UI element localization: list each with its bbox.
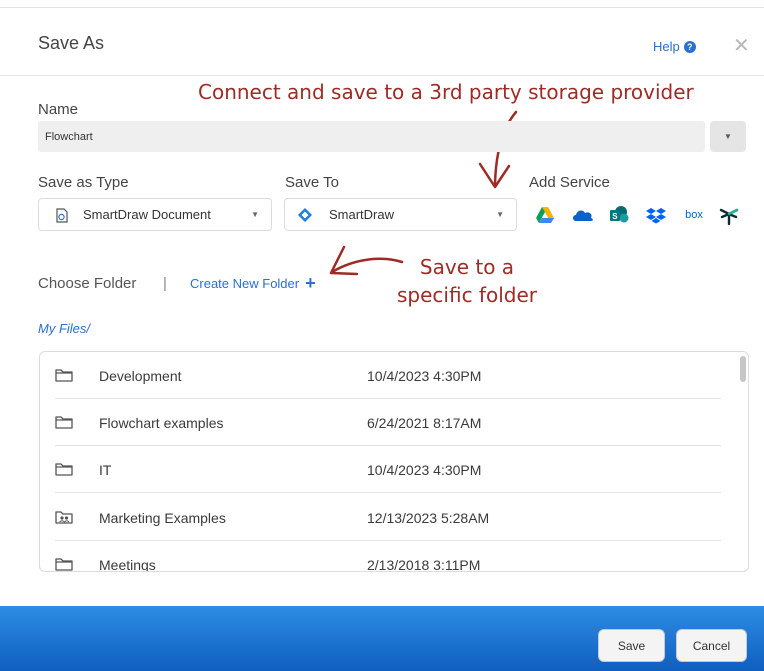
save-to-select[interactable]: SmartDraw ▼: [284, 198, 517, 231]
close-icon[interactable]: ✕: [733, 36, 750, 56]
chevron-down-icon: ▼: [724, 132, 732, 141]
save-type-value: SmartDraw Document: [83, 207, 211, 222]
folder-icon: [55, 369, 73, 382]
smartdraw-logo-icon: [298, 208, 312, 222]
onedrive-icon[interactable]: [572, 205, 594, 225]
vertical-scrollbar[interactable]: [739, 352, 748, 571]
chevron-down-icon: ▼: [251, 210, 259, 219]
egnyte-icon[interactable]: [718, 205, 740, 225]
dropbox-icon[interactable]: [645, 205, 667, 225]
save-button[interactable]: Save: [598, 629, 665, 662]
save-to-value: SmartDraw: [329, 207, 395, 222]
google-drive-icon[interactable]: [534, 205, 556, 225]
name-input[interactable]: Flowchart: [38, 121, 705, 152]
chevron-down-icon: ▼: [496, 210, 504, 219]
save-type-label: Save as Type: [38, 174, 129, 191]
dialog-title: Save As: [38, 33, 105, 53]
folder-date: 6/24/2021 8:17AM: [367, 415, 482, 431]
annotation-specific-folder: Save to a specific folder: [387, 253, 547, 309]
document-icon: [56, 208, 68, 223]
header-divider: [0, 75, 764, 76]
scrollbar-thumb[interactable]: [740, 356, 746, 382]
create-new-folder-link[interactable]: Create New Folder +: [190, 273, 316, 293]
breadcrumb[interactable]: My Files/: [38, 321, 90, 336]
choose-folder-label: Choose Folder: [38, 275, 137, 292]
folder-date: 2/13/2018 3:11PM: [367, 557, 481, 572]
list-item[interactable]: Development 10/4/2023 4:30PM: [55, 352, 721, 399]
box-text: box: [685, 209, 703, 221]
plus-icon: +: [305, 273, 316, 293]
separator: |: [163, 275, 167, 292]
help-link[interactable]: Help ?: [653, 39, 696, 54]
shared-folder-icon: [55, 511, 73, 524]
folder-icon: [55, 463, 73, 476]
name-label: Name: [38, 101, 79, 118]
save-type-select[interactable]: SmartDraw Document ▼: [38, 198, 272, 231]
folder-list: Development 10/4/2023 4:30PM Flowchart e…: [39, 351, 749, 572]
folder-name: Marketing Examples: [99, 510, 226, 526]
sharepoint-icon[interactable]: S: [608, 205, 630, 225]
folder-name: Development: [99, 368, 182, 384]
folder-name: Meetings: [99, 557, 156, 572]
svg-text:S: S: [612, 212, 618, 221]
folder-date: 10/4/2023 4:30PM: [367, 462, 482, 478]
top-divider: [0, 0, 764, 8]
help-icon: ?: [683, 40, 696, 53]
folder-date: 12/13/2023 5:28AM: [367, 510, 490, 526]
list-item[interactable]: IT 10/4/2023 4:30PM: [55, 446, 721, 493]
list-item[interactable]: Marketing Examples 12/13/2023 5:28AM: [55, 494, 721, 541]
folder-date: 10/4/2023 4:30PM: [367, 368, 482, 384]
annotation-line-2: specific folder: [397, 283, 537, 307]
folder-name: Flowchart examples: [99, 415, 224, 431]
create-new-folder-label: Create New Folder: [190, 276, 300, 291]
box-icon[interactable]: box: [682, 205, 706, 225]
folder-icon: [55, 558, 73, 571]
folder-icon: [55, 416, 73, 429]
annotation-line-1: Save to a: [419, 255, 515, 279]
add-service-label: Add Service: [529, 174, 610, 191]
help-label: Help: [653, 39, 680, 54]
list-item[interactable]: Meetings 2/13/2018 3:11PM: [55, 541, 721, 572]
save-to-label: Save To: [285, 174, 339, 191]
cancel-button[interactable]: Cancel: [676, 629, 747, 662]
list-item[interactable]: Flowchart examples 6/24/2021 8:17AM: [55, 399, 721, 446]
name-dropdown-button[interactable]: ▼: [710, 121, 746, 152]
folder-name: IT: [99, 462, 112, 478]
annotation-storage-provider: Connect and save to a 3rd party storage …: [198, 80, 694, 104]
